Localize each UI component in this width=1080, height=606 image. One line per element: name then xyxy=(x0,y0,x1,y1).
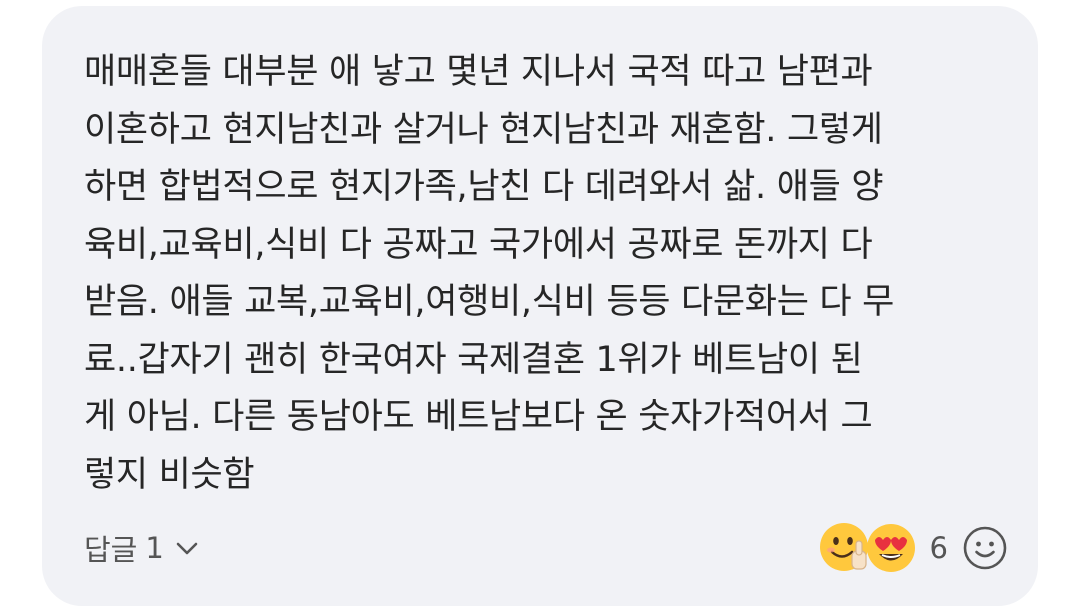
reactions-summary[interactable]: 6 xyxy=(818,522,1008,574)
chevron-down-icon xyxy=(176,542,198,555)
heart-eyes-emoji-icon xyxy=(866,524,915,572)
reply-label: 답글 xyxy=(84,533,138,567)
comment-line: 육비,교육비,식비 다 공짜고 국가에서 공짜로 돈까지 다 xyxy=(84,224,873,265)
comment-line: 받음. 애들 교복,교육비,여행비,식비 등등 다문화는 다 무 xyxy=(84,282,895,322)
reaction-count: 6 xyxy=(929,531,948,565)
comment-line: 하면 합법적으로 현지가족,남친 다 데려와서 삶. 애들 양 xyxy=(84,167,884,207)
comment-text: 매매혼들 대부분 애 낳고 몇년 지나서 국적 따고 남편과 이혼하고 현지남친… xyxy=(84,44,984,504)
comment-line: 매매혼들 대부분 애 낳고 몇년 지나서 국적 따고 남편과 xyxy=(84,52,873,92)
smiley-outline-icon[interactable] xyxy=(962,525,1008,571)
replies-toggle-button[interactable]: 답글 1 xyxy=(84,522,200,574)
comment-line: 이혼하고 현지남친과 살거나 현지남친과 재혼함. 그렇게 xyxy=(84,109,883,150)
comment-line: 게 아님. 다른 동남아도 베트남보다 온 숫자가적어서 그 xyxy=(84,397,873,437)
comment-line: 료..갑자기 괜히 한국여자 국제결혼 1위가 베트남이 된 xyxy=(84,339,863,380)
comment-footer: 답글 1 6 xyxy=(84,522,1008,574)
reply-count: 1 xyxy=(145,531,164,565)
comment-line: 렇지 비슷함 xyxy=(84,454,255,495)
